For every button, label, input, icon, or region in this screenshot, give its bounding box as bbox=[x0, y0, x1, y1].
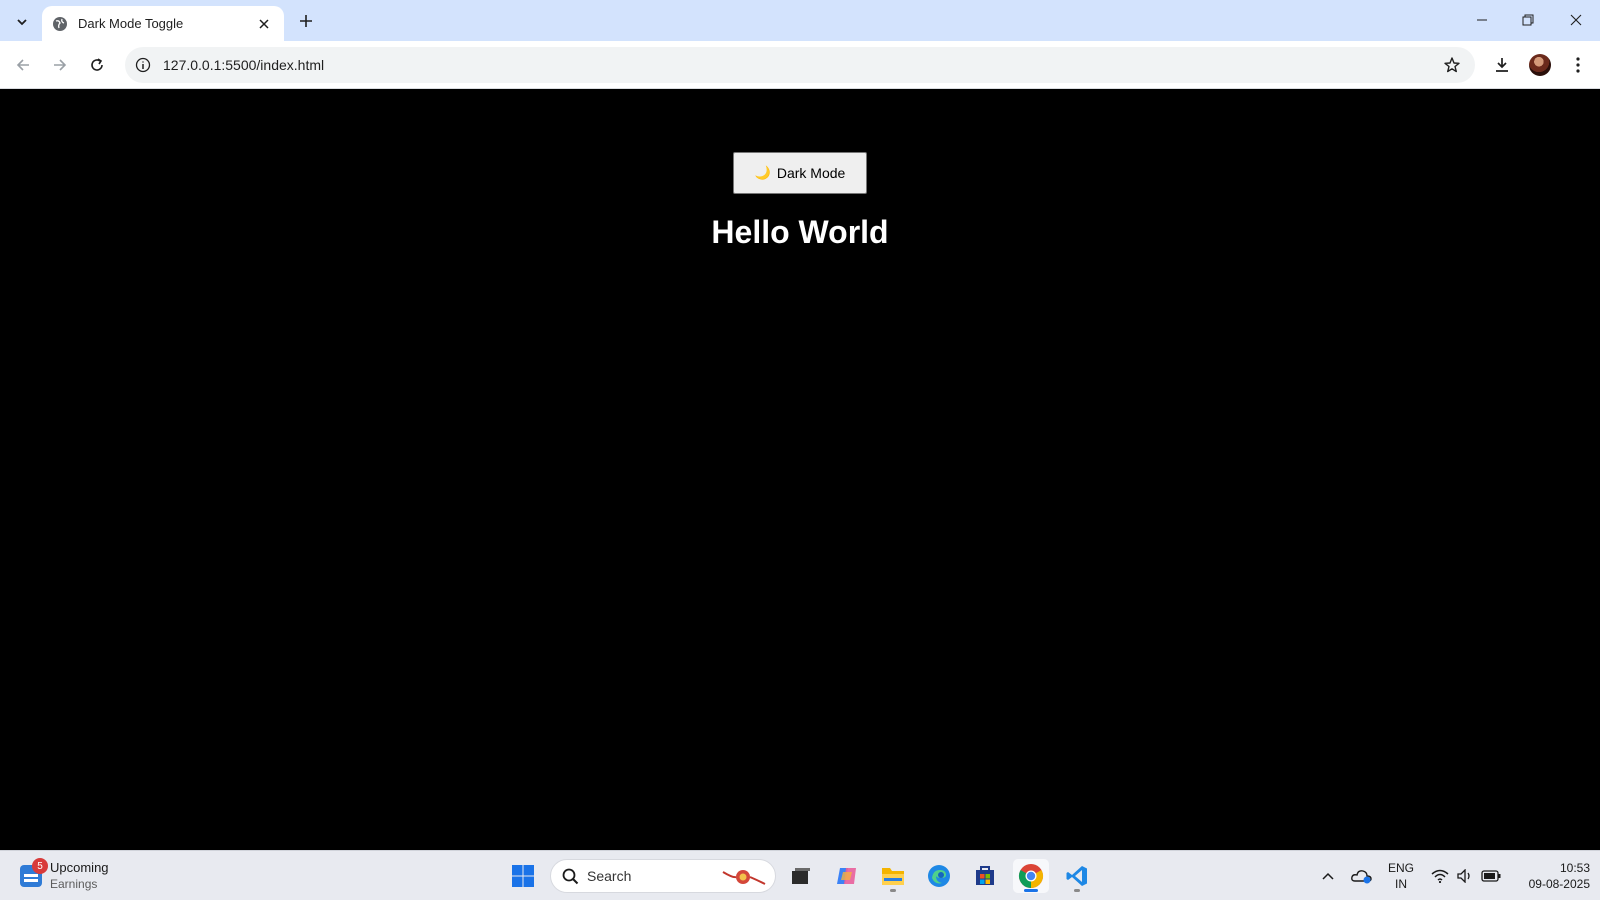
clock-date: 09-08-2025 bbox=[1528, 877, 1590, 891]
edge-button[interactable] bbox=[921, 859, 957, 893]
volume-icon bbox=[1457, 869, 1470, 883]
new-tab-button[interactable] bbox=[294, 9, 318, 33]
battery-icon bbox=[1481, 870, 1501, 882]
back-button[interactable] bbox=[9, 51, 37, 79]
avatar bbox=[1529, 54, 1551, 76]
file-explorer-button[interactable] bbox=[875, 859, 911, 893]
reload-icon bbox=[91, 58, 103, 71]
onedrive-icon bbox=[1351, 870, 1372, 884]
window-close-button[interactable] bbox=[1560, 6, 1592, 34]
globe-icon bbox=[52, 16, 68, 32]
tab-search-button[interactable] bbox=[8, 8, 35, 35]
store-button[interactable] bbox=[967, 859, 1003, 893]
tab-title: Dark Mode Toggle bbox=[78, 16, 184, 31]
page-viewport: 🌙 Dark Mode Hello World bbox=[0, 90, 1600, 850]
taskbar-search[interactable]: Search bbox=[550, 859, 776, 893]
search-label: Search bbox=[587, 868, 632, 884]
tab-close-button[interactable] bbox=[254, 14, 274, 34]
edge-icon bbox=[928, 865, 950, 887]
lang-secondary: IN bbox=[1395, 877, 1407, 891]
vscode-button[interactable] bbox=[1059, 859, 1095, 893]
restore-button[interactable] bbox=[1512, 6, 1544, 34]
minimize-button[interactable] bbox=[1466, 6, 1498, 34]
file-explorer-icon bbox=[882, 868, 904, 885]
search-highlight-icon bbox=[722, 870, 766, 885]
onedrive-button[interactable] bbox=[1350, 861, 1374, 891]
notification-badge: 5 bbox=[32, 858, 48, 874]
chrome-button[interactable] bbox=[1013, 859, 1049, 893]
wifi-icon bbox=[1431, 869, 1449, 883]
restore-icon bbox=[1522, 14, 1534, 26]
plus-icon bbox=[300, 15, 312, 27]
widget-subtitle: Earnings bbox=[50, 877, 98, 891]
running-indicator bbox=[1074, 889, 1080, 892]
forward-button[interactable] bbox=[46, 51, 74, 79]
profile-button[interactable] bbox=[1526, 51, 1554, 79]
back-icon bbox=[16, 59, 29, 71]
page-heading: Hello World bbox=[711, 214, 889, 250]
downloads-button[interactable] bbox=[1488, 51, 1516, 79]
star-icon bbox=[1444, 57, 1460, 73]
chevron-up-icon bbox=[1322, 872, 1334, 880]
more-icon bbox=[1576, 57, 1580, 73]
running-indicator bbox=[890, 889, 896, 892]
window-close-icon bbox=[1570, 14, 1582, 26]
browser-toolbar: 127.0.0.1:5500/index.html bbox=[0, 41, 1600, 89]
bookmark-button[interactable] bbox=[1441, 54, 1463, 76]
dark-mode-toggle-button[interactable]: 🌙 Dark Mode bbox=[733, 152, 867, 194]
download-icon bbox=[1496, 58, 1508, 72]
forward-icon bbox=[54, 59, 67, 71]
moon-icon: 🌙 bbox=[754, 165, 771, 180]
chrome-icon bbox=[1018, 864, 1044, 888]
reload-button[interactable] bbox=[83, 51, 111, 79]
start-button[interactable] bbox=[505, 859, 541, 893]
lang-primary: ENG bbox=[1387, 861, 1414, 875]
browser-tab-active[interactable]: Dark Mode Toggle bbox=[42, 6, 284, 41]
language-indicator[interactable]: ENG IN bbox=[1384, 860, 1418, 892]
menu-button[interactable] bbox=[1564, 51, 1592, 79]
clock-time: 10:53 bbox=[1559, 861, 1590, 875]
copilot-button[interactable] bbox=[829, 859, 865, 893]
site-info-button[interactable] bbox=[131, 53, 155, 77]
windows-start-icon bbox=[512, 865, 534, 887]
task-view-button[interactable] bbox=[783, 859, 819, 893]
clock[interactable]: 10:53 09-08-2025 bbox=[1510, 860, 1590, 892]
widget-title: Upcoming bbox=[50, 860, 109, 875]
task-view-icon bbox=[792, 868, 810, 884]
search-icon bbox=[562, 868, 579, 884]
browser-tab-strip: Dark Mode Toggle bbox=[0, 0, 1600, 41]
minimize-icon bbox=[1477, 19, 1487, 21]
windows-taskbar: 5 Upcoming Earnings Search ENG IN 10:53 … bbox=[0, 850, 1600, 900]
close-icon bbox=[259, 18, 269, 29]
show-hidden-icons-button[interactable] bbox=[1318, 861, 1338, 891]
tab-search-icon bbox=[16, 18, 27, 25]
earnings-widget-icon: 5 bbox=[20, 858, 48, 887]
copilot-icon bbox=[837, 868, 856, 884]
address-bar[interactable]: 127.0.0.1:5500/index.html bbox=[125, 47, 1475, 83]
quick-settings-button[interactable] bbox=[1428, 861, 1504, 891]
info-icon bbox=[135, 57, 151, 73]
store-icon bbox=[976, 866, 994, 885]
toggle-label: Dark Mode bbox=[776, 165, 846, 181]
active-indicator bbox=[1024, 889, 1038, 892]
vscode-icon bbox=[1066, 866, 1087, 886]
widgets-button[interactable]: 5 Upcoming Earnings bbox=[20, 858, 109, 893]
url-text[interactable]: 127.0.0.1:5500/index.html bbox=[163, 57, 324, 73]
